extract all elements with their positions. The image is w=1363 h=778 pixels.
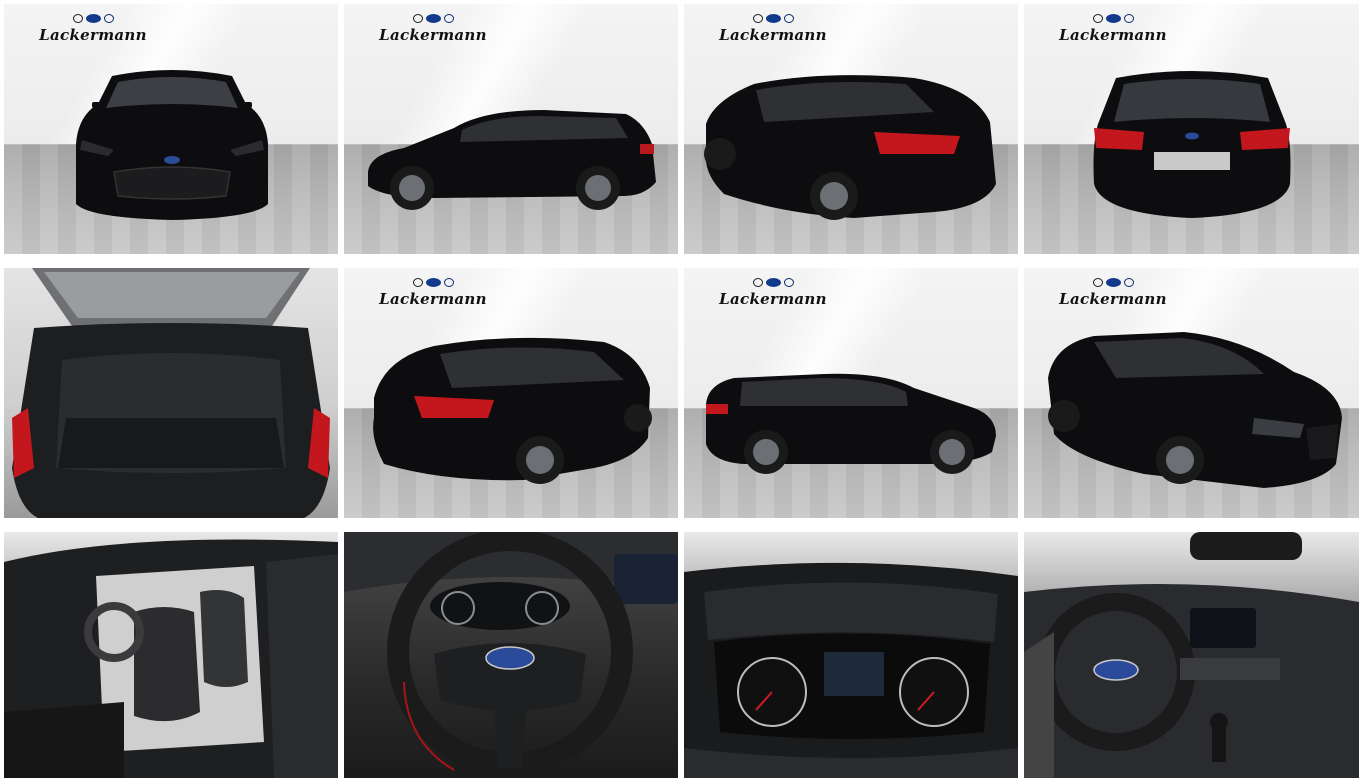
dealer-logo-text: Lackermann [1059,290,1167,308]
dealer-logo: Lackermann [714,14,832,44]
opel-logo-icon [412,278,423,287]
ford-logo-icon [1105,14,1121,23]
gallery-photo-front-three-quarter-right[interactable]: Lackermann [1024,268,1359,518]
opel-logo-icon [752,278,763,287]
dealer-logo-text: Lackermann [719,26,827,44]
opel-logo-icon [1092,14,1103,23]
hyundai-logo-icon [103,14,114,23]
interior-seats-image [4,539,338,778]
dealer-logo-text: Lackermann [379,290,487,308]
opel-logo-icon [412,14,423,23]
hyundai-logo-icon [783,14,794,23]
dealer-logo: Lackermann [714,278,832,308]
dealer-logo: Lackermann [1054,14,1172,44]
ford-logo-icon [425,278,441,287]
dealer-logo: Lackermann [374,14,492,44]
gallery-photo-trunk-open[interactable] [4,268,338,518]
ford-logo-icon [1105,278,1121,287]
dealer-logo-text: Lackermann [379,26,487,44]
gallery-photo-rear-three-quarter-right[interactable]: Lackermann [684,4,1018,254]
gallery-photo-interior-front-seats[interactable] [4,532,338,778]
ford-logo-icon [765,14,781,23]
dashboard-image [1024,532,1359,778]
steering-wheel-image [344,532,678,775]
hyundai-logo-icon [1123,278,1134,287]
opel-logo-icon [72,14,83,23]
gallery-photo-side-right[interactable]: Lackermann [684,268,1018,518]
ford-logo-icon [85,14,101,23]
ford-logo-icon [425,14,441,23]
gallery-photo-side-left[interactable]: Lackermann [344,4,678,254]
hyundai-logo-icon [1123,14,1134,23]
gallery-photo-rear-three-quarter-left[interactable]: Lackermann [344,268,678,518]
hyundai-logo-icon [783,278,794,287]
opel-logo-icon [752,14,763,23]
opel-logo-icon [1092,278,1103,287]
dealer-logo-text: Lackermann [719,290,827,308]
hyundai-logo-icon [443,14,454,23]
dealer-logo: Lackermann [1054,278,1172,308]
car-trunk-image [12,268,330,518]
gallery-photo-dashboard[interactable] [1024,532,1359,778]
gallery-photo-rear[interactable]: Lackermann [1024,4,1359,254]
gallery-photo-steering-wheel[interactable] [344,532,678,778]
dealer-logo-text: Lackermann [1059,26,1167,44]
dealer-logo: Lackermann [34,14,152,44]
gallery-photo-instrument-cluster[interactable] [684,532,1018,778]
dealer-logo-text: Lackermann [39,26,147,44]
ford-logo-icon [765,278,781,287]
instrument-cluster-image [684,562,1018,778]
gallery-photo-front[interactable]: Lackermann [4,4,338,254]
hyundai-logo-icon [443,278,454,287]
photo-gallery: Lackermann Lackermann Lackermann Lackerm… [0,0,1363,778]
dealer-logo: Lackermann [374,278,492,308]
